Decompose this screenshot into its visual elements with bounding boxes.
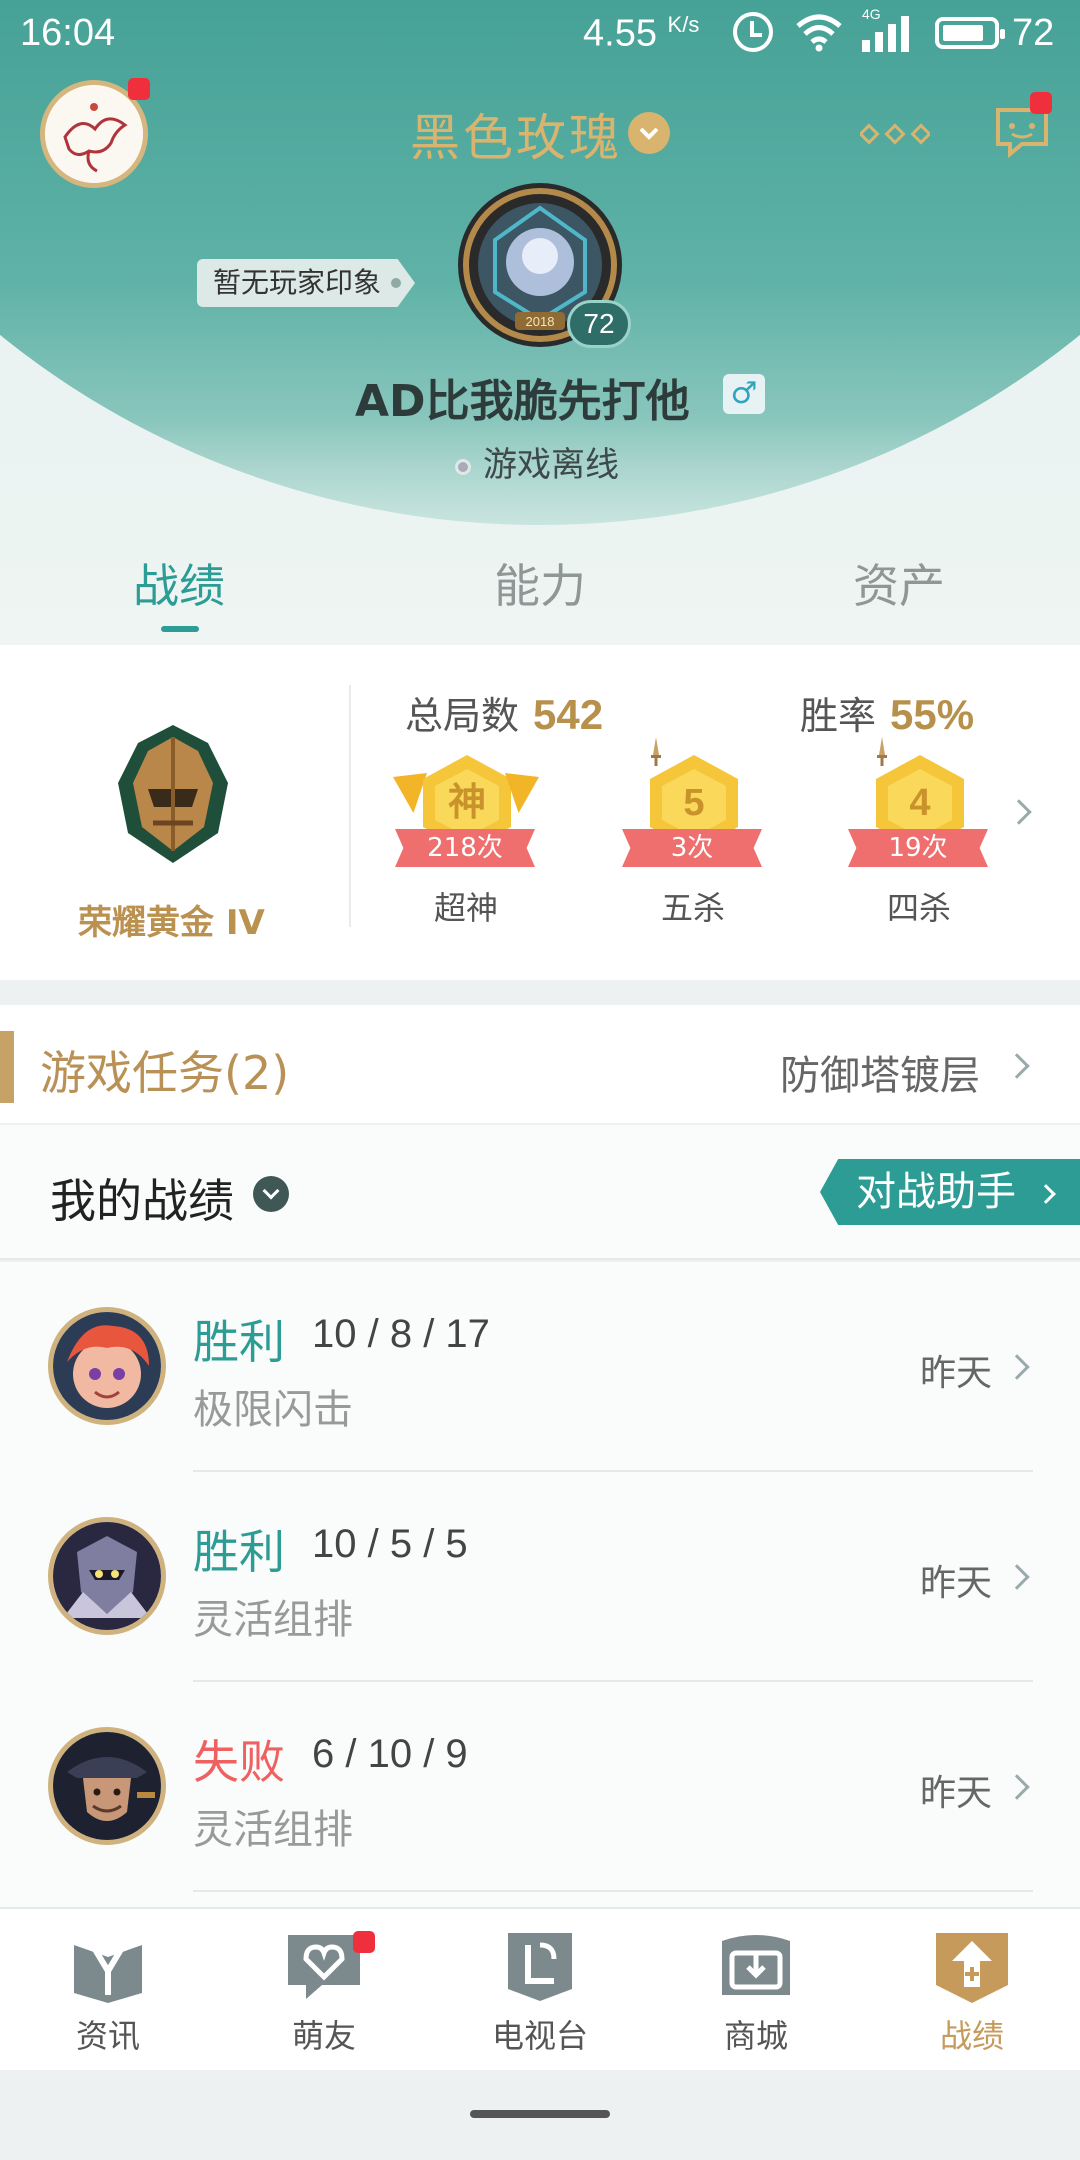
hero-portrait-icon bbox=[53, 1732, 161, 1840]
notification-dot bbox=[1030, 92, 1052, 114]
match-time: 昨天 bbox=[920, 1773, 993, 1814]
match-kda: 6 / 10 / 9 bbox=[312, 1732, 468, 1776]
male-gender-icon: ♂ bbox=[723, 374, 765, 414]
profile-header: 16:04 4.55 K/s 4G 72 黑色玫瑰 暂无玩家印象 2018 72… bbox=[0, 0, 1080, 645]
tv-icon bbox=[508, 1933, 572, 2001]
sword-icon bbox=[651, 737, 661, 766]
record-icon bbox=[936, 1933, 1008, 2003]
honor-quadrakill: 4 19次 四杀 bbox=[846, 737, 988, 935]
shop-icon bbox=[722, 1935, 790, 1995]
match-row[interactable]: 胜利 10 / 5 / 5 灵活组排 昨天 bbox=[0, 1472, 1080, 1682]
notification-dot bbox=[353, 1931, 375, 1953]
tasks-title: 游戏任务(2) bbox=[40, 1046, 290, 1100]
gold-rank-helmet-icon bbox=[118, 725, 228, 863]
my-record-header: 我的战绩 对战助手 bbox=[0, 1125, 1080, 1260]
hero-avatar bbox=[48, 1517, 166, 1635]
tab-ability[interactable]: 能力 bbox=[494, 550, 586, 616]
bottom-navigation: 资讯 萌友 电视台 商城 战绩 bbox=[0, 1907, 1080, 2070]
match-row[interactable]: 失败 6 / 10 / 9 灵活组排 昨天 bbox=[0, 1682, 1080, 1892]
level-badge: 72 bbox=[567, 300, 631, 348]
more-options-icon[interactable] bbox=[860, 122, 930, 146]
status-dot-icon bbox=[455, 458, 471, 475]
match-time: 昨天 bbox=[920, 1353, 993, 1394]
rank-name: 荣耀黄金 IV bbox=[78, 903, 265, 943]
nav-shop[interactable]: 商城 bbox=[686, 1931, 826, 2061]
sword-icon bbox=[877, 737, 887, 766]
hero-portrait-icon bbox=[53, 1312, 161, 1420]
status-bar: 16:04 4.55 K/s 4G 72 bbox=[0, 0, 1080, 66]
hero-avatar bbox=[48, 1307, 166, 1425]
match-mode: 极限闪击 bbox=[193, 1387, 353, 1433]
nav-news[interactable]: 资讯 bbox=[38, 1931, 178, 2061]
impression-tag[interactable]: 暂无玩家印象 bbox=[197, 259, 416, 307]
battery-level: 72 bbox=[1012, 12, 1055, 54]
battery-icon bbox=[935, 17, 1005, 49]
match-mode: 灵活组排 bbox=[193, 1597, 353, 1643]
hero-avatar bbox=[48, 1727, 166, 1845]
chevron-right-icon bbox=[1004, 1564, 1030, 1590]
status-time: 16:04 bbox=[20, 12, 116, 54]
match-time: 昨天 bbox=[920, 1563, 993, 1604]
match-mode: 灵活组排 bbox=[193, 1807, 353, 1853]
alarm-icon bbox=[733, 12, 773, 52]
match-result: 胜利 bbox=[193, 1525, 285, 1579]
online-status: 游戏离线 bbox=[455, 437, 619, 486]
wifi-icon bbox=[796, 14, 842, 52]
match-result: 胜利 bbox=[193, 1315, 285, 1369]
chevron-right-icon bbox=[1004, 1774, 1030, 1800]
total-games: 总局数 542 bbox=[405, 691, 604, 738]
chevron-right-icon[interactable] bbox=[1006, 799, 1032, 825]
player-name: AD比我脆先打他 bbox=[355, 376, 690, 427]
honor-pentakill: 5 3次 五杀 bbox=[620, 737, 762, 935]
notification-dot bbox=[128, 78, 150, 100]
signal-icon: 4G bbox=[862, 6, 914, 52]
nav-tv[interactable]: 电视台 bbox=[470, 1931, 610, 2061]
game-tasks-row[interactable]: 游戏任务(2) 防御塔镀层 bbox=[0, 1005, 1080, 1123]
status-net-speed: 4.55 K/s bbox=[583, 12, 700, 55]
tab-assets[interactable]: 资产 bbox=[853, 550, 945, 616]
tasks-current: 防御塔镀层 bbox=[780, 1053, 980, 1099]
stats-card[interactable]: 荣耀黄金 IV 总局数 542 胜率 55% 神 218次 超神 5 3次 五杀 4… bbox=[0, 645, 1080, 980]
chevron-down-icon[interactable] bbox=[628, 112, 670, 154]
match-kda: 10 / 8 / 17 bbox=[312, 1312, 490, 1356]
chevron-down-icon[interactable] bbox=[253, 1176, 289, 1212]
match-kda: 10 / 5 / 5 bbox=[312, 1522, 468, 1566]
match-result: 失败 bbox=[193, 1735, 285, 1789]
win-rate: 胜率 55% bbox=[800, 691, 975, 738]
system-gesture-area bbox=[0, 2070, 1080, 2160]
nickname-selector[interactable]: 黑色玫瑰 bbox=[410, 98, 622, 170]
honor-legendary: 神 218次 超神 bbox=[393, 755, 535, 935]
my-record-filter[interactable]: 我的战绩 bbox=[50, 1165, 234, 1231]
svg-text:2018: 2018 bbox=[526, 314, 555, 329]
hero-portrait-icon bbox=[53, 1522, 161, 1630]
nav-record[interactable]: 战绩 bbox=[902, 1931, 1042, 2061]
battle-assistant-button[interactable]: 对战助手 bbox=[820, 1159, 1080, 1225]
match-row[interactable]: 胜利 10 / 8 / 17 极限闪击 昨天 bbox=[0, 1262, 1080, 1472]
news-icon bbox=[74, 1939, 142, 2003]
home-indicator[interactable] bbox=[470, 2110, 610, 2118]
chevron-right-icon bbox=[1004, 1354, 1030, 1380]
dragon-avatar-icon bbox=[45, 85, 143, 183]
match-list: 胜利 10 / 8 / 17 极限闪击 昨天 胜利 10 / 5 / 5 灵活组… bbox=[0, 1262, 1080, 1907]
chevron-right-icon bbox=[1035, 1184, 1056, 1204]
chevron-right-icon bbox=[1004, 1053, 1030, 1079]
friends-icon bbox=[288, 1935, 360, 1999]
active-tab-indicator bbox=[161, 626, 199, 632]
nav-friends[interactable]: 萌友 bbox=[254, 1931, 394, 2061]
tab-record[interactable]: 战绩 bbox=[133, 550, 225, 616]
